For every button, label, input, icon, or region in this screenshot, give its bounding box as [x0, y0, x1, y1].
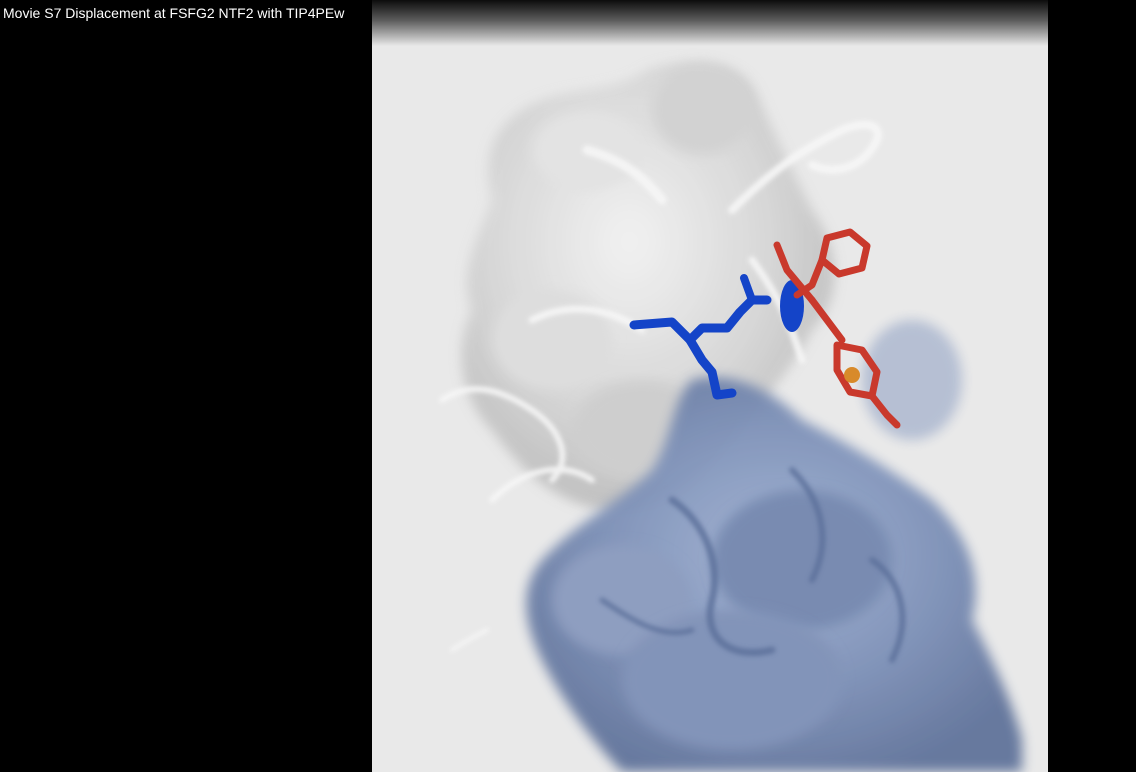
video-frame[interactable] [372, 0, 1048, 772]
molecular-scene [439, 62, 1022, 772]
title-overlay-gradient [372, 0, 1048, 46]
video-player[interactable]: Movie S7 Displacement at FSFG2 NTF2 with… [0, 0, 1136, 772]
video-title: Movie S7 Displacement at FSFG2 NTF2 with… [3, 5, 345, 21]
